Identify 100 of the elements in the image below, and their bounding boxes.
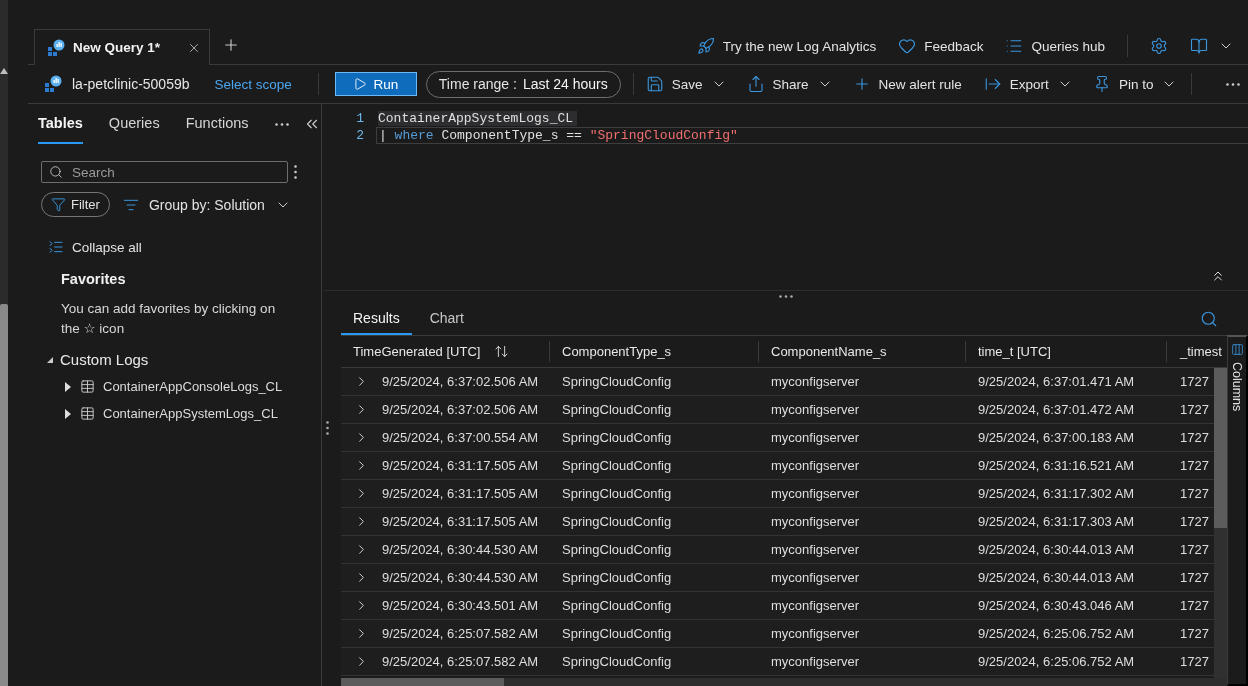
line-number: 2	[355, 128, 364, 143]
column-header[interactable]: TimeGenerated [UTC]	[341, 341, 550, 362]
table-cell-text: 9/25/2024, 6:31:16.521 AM	[977, 458, 1136, 473]
toolbar-button[interactable]: Export	[973, 75, 1083, 93]
drag-handle-icon	[779, 294, 793, 298]
column-header[interactable]: time_t [UTC]	[966, 341, 1167, 362]
more-icon	[294, 165, 297, 179]
table-item[interactable]: ContainerAppSystemLogs_CL	[64, 405, 321, 422]
table-cell-text: myconfigserver	[770, 570, 861, 585]
table-cell-text: 9/25/2024, 6:30:44.530 AM	[382, 570, 540, 585]
column-header[interactable]: _timest	[1167, 341, 1227, 362]
table-cell-text: SpringCloudConfig	[561, 626, 673, 641]
toolbar-button[interactable]: Pin to	[1082, 75, 1188, 93]
table-cell-text: SpringCloudConfig	[561, 458, 673, 473]
table-cell-text: myconfigserver	[770, 374, 861, 389]
query-tab[interactable]: New Query 1*	[34, 29, 210, 65]
table-cell-text: 1727	[1179, 542, 1210, 557]
search-icon	[49, 165, 63, 179]
table-cell-text: myconfigserver	[770, 626, 861, 641]
results-tab[interactable]: Chart	[417, 303, 476, 335]
table-cell-text: 9/25/2024, 6:30:44.530 AM	[382, 542, 540, 557]
table-cell-text: 1727	[1179, 626, 1210, 641]
favorites-hint: You can add favorites by clicking on the ☆ icon	[61, 300, 277, 338]
side-tab[interactable]: Queries	[108, 104, 160, 144]
collapse-icon	[48, 239, 64, 255]
save-icon	[645, 75, 664, 93]
line-number: 1	[355, 111, 364, 126]
table-cell-text: myconfigserver	[770, 402, 861, 417]
table-cell-text: myconfigserver	[770, 598, 861, 613]
column-header[interactable]: ComponentName_s	[759, 341, 966, 362]
run-button[interactable]: Run	[334, 72, 417, 96]
resize-handle[interactable]	[326, 421, 329, 435]
share-icon	[746, 75, 765, 93]
table-cell-text: SpringCloudConfig	[561, 542, 673, 557]
tree-group[interactable]: Custom Logs	[46, 351, 321, 368]
header-link[interactable]: Try the new Log Analytics	[696, 37, 877, 55]
table-cell-text: 9/25/2024, 6:31:17.505 AM	[382, 458, 540, 473]
table-cell-text: 9/25/2024, 6:25:07.582 AM	[382, 626, 540, 641]
table-cell-text: 9/25/2024, 6:30:44.013 AM	[977, 542, 1136, 557]
results-tab[interactable]: Results	[341, 303, 412, 335]
side-tab[interactable]: Functions	[185, 104, 249, 144]
horizontal-scrollbar[interactable]	[341, 678, 1227, 686]
toolbar-button[interactable]: Share	[736, 75, 843, 93]
columns-icon	[1230, 343, 1244, 356]
table-cell-text: 1727	[1179, 458, 1210, 473]
drag-handle-icon	[326, 421, 329, 435]
plus-icon	[222, 36, 240, 54]
play-icon	[353, 77, 368, 91]
toolbar-button[interactable]: Save	[635, 75, 737, 93]
table-cell-text: myconfigserver	[770, 514, 861, 529]
side-tab[interactable]: Tables	[38, 104, 83, 144]
table-cell-text: 9/25/2024, 6:37:00.183 AM	[977, 430, 1136, 445]
table-cell-text: 9/25/2024, 6:30:44.013 AM	[977, 570, 1136, 585]
table-cell-text: SpringCloudConfig	[561, 570, 673, 585]
export-icon	[983, 75, 1002, 93]
table-cell-text: 9/25/2024, 6:25:06.752 AM	[977, 654, 1136, 669]
column-header[interactable]: ComponentType_s	[550, 341, 759, 362]
table-cell-text: 1727	[1179, 654, 1210, 669]
table-cell-text: SpringCloudConfig	[561, 374, 673, 389]
search-field[interactable]: Search	[41, 161, 288, 183]
table-cell-text: 9/25/2024, 6:37:00.554 AM	[382, 430, 540, 445]
settings-button[interactable]	[1150, 37, 1168, 55]
table-cell-text: 1727	[1179, 514, 1210, 529]
header-link[interactable]: Feedback	[898, 37, 984, 55]
table-cell-text: 1727	[1179, 486, 1210, 501]
rocket-icon	[696, 37, 715, 55]
toolbar-button[interactable]: New alert rule	[842, 75, 972, 93]
select-scope-link[interactable]: Select scope	[214, 76, 292, 92]
table-icon	[80, 379, 95, 394]
table-cell-text: 9/25/2024, 6:37:02.506 AM	[382, 374, 540, 389]
table-cell-text: myconfigserver	[770, 486, 861, 501]
heart-icon	[898, 37, 917, 55]
options-button[interactable]	[294, 165, 297, 179]
table-cell-text: myconfigserver	[770, 542, 861, 557]
table-cell-text: myconfigserver	[770, 654, 861, 669]
more-icon	[274, 122, 289, 126]
more-icon	[1226, 82, 1241, 86]
collapse-all-button[interactable]: Collapse all	[48, 239, 142, 255]
more-button[interactable]	[274, 122, 289, 126]
more-button[interactable]	[1226, 82, 1241, 86]
book-icon	[1190, 37, 1208, 55]
code-line: | where ComponentType_s == "SpringCloudConfig"	[379, 128, 738, 143]
resource-name: la-petclinic-50059b	[72, 76, 190, 92]
table-cell-text: 9/25/2024, 6:25:07.582 AM	[382, 654, 540, 669]
table-cell-text: myconfigserver	[770, 430, 861, 445]
header-link[interactable]: Queries hub	[1005, 37, 1105, 55]
table-cell-text: 1727	[1179, 402, 1210, 417]
table-cell-text: 9/25/2024, 6:25:06.752 AM	[977, 626, 1136, 641]
log-analytics-icon	[47, 38, 65, 57]
table-cell-text: 9/25/2024, 6:37:01.471 AM	[977, 374, 1136, 389]
vertical-scrollbar[interactable]	[1214, 368, 1227, 678]
table-cell-text: 1727	[1179, 570, 1210, 585]
code-editor[interactable]: 1 ContainerAppSystemLogs_CL 2 | where ComponentType_s == "SpringCloudConfig"	[324, 104, 1248, 290]
columns-panel-button[interactable]: Columns	[1227, 335, 1248, 686]
page-scrollbar[interactable]	[0, 0, 8, 686]
table-item[interactable]: ContainerAppConsoleLogs_CL	[64, 378, 321, 395]
group-by-dropdown[interactable]: Group by: Solution	[122, 196, 291, 213]
new-tab-button[interactable]	[222, 36, 240, 54]
list-icon	[1005, 37, 1024, 55]
table-cell-text: 1727	[1179, 598, 1210, 613]
